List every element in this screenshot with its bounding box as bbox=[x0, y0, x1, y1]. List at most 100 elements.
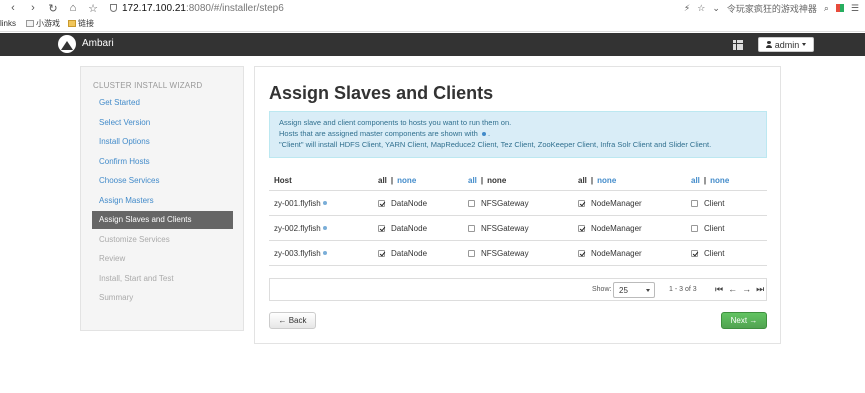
sidebar-item-install-options[interactable]: Install Options bbox=[92, 133, 233, 151]
table-row: zy-001.flyfish DataNode NFSGateway NodeM… bbox=[269, 191, 767, 216]
sidebar-item-customize-services: Customize Services bbox=[99, 234, 170, 244]
page-size-select[interactable]: 25 bbox=[613, 282, 655, 298]
sidebar-item-summary: Summary bbox=[99, 293, 134, 302]
wizard-sidebar: CLUSTER INSTALL WIZARD Get Started Selec… bbox=[80, 66, 244, 331]
nfsgateway-cell[interactable]: NFSGateway bbox=[468, 191, 529, 215]
folder-icon bbox=[68, 20, 77, 27]
client-cell[interactable]: Client bbox=[691, 241, 724, 265]
ambari-logo-icon[interactable] bbox=[58, 35, 76, 53]
address-path: :8080/#/installer/step6 bbox=[185, 2, 284, 14]
browser-toolbar: ‹ › ↻ ⌂ ☆ 172.17.100.21 :8080/#/installe… bbox=[0, 0, 865, 16]
last-page-icon[interactable]: ⏭ bbox=[756, 284, 764, 295]
table-header: Host all | none all | none all | none all | none bbox=[269, 171, 767, 191]
datanode-none[interactable]: none bbox=[397, 176, 416, 185]
back-nav-icon[interactable]: ‹ bbox=[6, 2, 20, 14]
master-indicator-icon bbox=[322, 201, 327, 205]
master-indicator-icon bbox=[322, 251, 327, 255]
client-none[interactable]: none bbox=[710, 176, 729, 185]
sidebar-item-review: Review bbox=[99, 254, 126, 263]
next-button[interactable]: Next → bbox=[721, 312, 767, 329]
bookmark-item-games[interactable]: 小游戏 bbox=[26, 18, 60, 29]
user-menu-button[interactable]: admin bbox=[758, 37, 814, 52]
forward-nav-icon[interactable]: › bbox=[26, 2, 40, 14]
lightning-icon[interactable]: ⚡ bbox=[684, 3, 690, 14]
nfsgateway-all[interactable]: all bbox=[468, 176, 477, 185]
info-line-3: "Client" will install HDFS Client, YARN … bbox=[279, 140, 712, 149]
client-all[interactable]: all bbox=[691, 176, 700, 185]
page-icon bbox=[26, 20, 35, 27]
user-icon bbox=[765, 41, 772, 48]
nodemanager-all[interactable]: all bbox=[578, 176, 587, 185]
sidebar-item-install-start-test: Install, Start and Test bbox=[99, 273, 174, 283]
client-cell[interactable]: Client bbox=[691, 191, 724, 215]
table-row: zy-003.flyfish DataNode NFSGateway NodeM… bbox=[269, 241, 767, 266]
brand-name[interactable]: Ambari bbox=[82, 38, 114, 49]
nodemanager-checkbox[interactable] bbox=[578, 199, 585, 207]
menu-icon[interactable]: ☰ bbox=[851, 3, 859, 14]
sidebar-item-get-started[interactable]: Get Started bbox=[92, 94, 233, 112]
nfsgateway-cell[interactable]: NFSGateway bbox=[468, 241, 529, 265]
sidebar-item-choose-services[interactable]: Choose Services bbox=[92, 172, 233, 190]
client-checkbox[interactable] bbox=[691, 249, 698, 257]
info-alert: Assign slave and client components to ho… bbox=[269, 111, 767, 158]
client-checkbox[interactable] bbox=[691, 224, 698, 232]
nfsgateway-checkbox[interactable] bbox=[468, 249, 475, 257]
nodemanager-cell[interactable]: NodeManager bbox=[578, 241, 642, 265]
first-page-icon[interactable]: ⏮ bbox=[715, 284, 723, 295]
caret-down-icon bbox=[802, 43, 807, 46]
browser-right-tools: ⚡ ☆ ⌄ 令玩家疯狂的游戏神器 ⌕ ☰ bbox=[684, 0, 859, 16]
nodemanager-cell[interactable]: NodeManager bbox=[578, 216, 642, 240]
info-line-2: Hosts that are assigned master component… bbox=[279, 129, 491, 138]
datanode-cell[interactable]: DataNode bbox=[378, 191, 427, 215]
nfsgateway-cell[interactable]: NFSGateway bbox=[468, 216, 529, 240]
bookmarks-bar: links 小游戏 链接 bbox=[0, 16, 865, 32]
datanode-checkbox[interactable] bbox=[378, 224, 385, 232]
nodemanager-cell[interactable]: NodeManager bbox=[578, 191, 642, 215]
sidebar-item-confirm-hosts[interactable]: Confirm Hosts bbox=[92, 153, 233, 171]
datanode-cell[interactable]: DataNode bbox=[378, 241, 427, 265]
master-indicator-icon bbox=[481, 132, 486, 137]
address-bar[interactable]: 172.17.100.21 :8080/#/installer/step6 bbox=[110, 3, 284, 14]
datanode-cell[interactable]: DataNode bbox=[378, 216, 427, 240]
sidebar-item-select-version[interactable]: Select Version bbox=[92, 114, 233, 132]
show-label: Show: bbox=[592, 286, 612, 293]
apps-icon[interactable] bbox=[835, 4, 844, 12]
table-pager: Show: 25 1 - 3 of 3 ⏮ ← → ⏭ bbox=[269, 278, 767, 301]
sidebar-item-assign-slaves[interactable]: Assign Slaves and Clients bbox=[92, 211, 233, 229]
star-icon[interactable]: ☆ bbox=[86, 2, 100, 15]
sidebar-item-assign-masters[interactable]: Assign Masters bbox=[92, 192, 233, 210]
host-cell: zy-003.flyfish bbox=[274, 241, 327, 265]
next-page-icon[interactable]: → bbox=[742, 284, 751, 295]
nfsgateway-checkbox[interactable] bbox=[468, 199, 475, 207]
nfsgateway-checkbox[interactable] bbox=[468, 224, 475, 232]
reload-icon[interactable]: ↻ bbox=[46, 2, 60, 15]
datanode-all[interactable]: all bbox=[378, 176, 387, 185]
user-name: admin bbox=[774, 39, 800, 50]
nfsgateway-none[interactable]: none bbox=[487, 176, 506, 185]
pagination-controls: ⏮ ← → ⏭ bbox=[715, 284, 764, 295]
datanode-checkbox[interactable] bbox=[378, 249, 385, 257]
search-icon[interactable]: ⌕ bbox=[824, 3, 829, 14]
bookmark-item-links[interactable]: 链接 bbox=[68, 18, 94, 29]
prev-page-icon[interactable]: ← bbox=[728, 284, 737, 295]
datanode-header: all | none bbox=[378, 176, 417, 185]
nodemanager-none[interactable]: none bbox=[597, 176, 616, 185]
ambari-header: Ambari admin bbox=[0, 33, 865, 56]
assignment-table: Host all | none all | none all | none all | none… bbox=[269, 171, 767, 266]
views-grid-icon[interactable] bbox=[733, 40, 743, 50]
home-icon[interactable]: ⌂ bbox=[66, 2, 80, 14]
search-suggestion[interactable]: 令玩家疯狂的游戏神器 bbox=[727, 2, 817, 15]
bookmark-links[interactable]: links bbox=[0, 19, 16, 28]
nodemanager-checkbox[interactable] bbox=[578, 224, 585, 232]
chevron-down-icon[interactable]: ⌄ bbox=[712, 3, 720, 14]
nodemanager-checkbox[interactable] bbox=[578, 249, 585, 257]
nfsgateway-header: all | none bbox=[468, 176, 507, 185]
client-checkbox[interactable] bbox=[691, 199, 698, 207]
bookmark-star-icon[interactable]: ☆ bbox=[697, 3, 705, 14]
datanode-checkbox[interactable] bbox=[378, 199, 385, 207]
client-cell[interactable]: Client bbox=[691, 216, 724, 240]
shield-icon bbox=[110, 4, 117, 12]
chevron-down-icon bbox=[646, 289, 650, 292]
page-title: Assign Slaves and Clients bbox=[269, 83, 494, 103]
back-button[interactable]: ← Back bbox=[269, 312, 316, 329]
